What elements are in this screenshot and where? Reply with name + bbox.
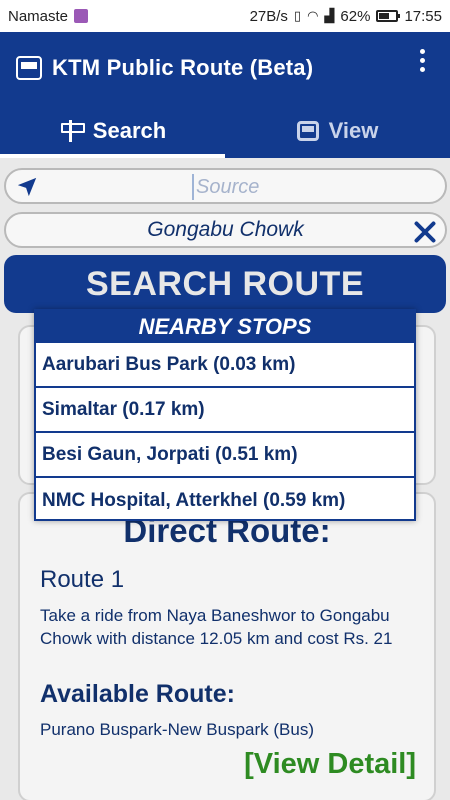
notification-app-icon [74,9,89,23]
tab-bar: Search View [0,104,450,158]
carrier-name: Namaste [8,7,69,25]
clock: 17:55 [404,7,442,25]
nearby-stop-item[interactable]: Simaltar (0.17 km) [36,388,414,433]
overflow-menu-button[interactable] [412,40,432,80]
signal-icon: ▟ [324,8,335,23]
nearby-stop-item[interactable]: Aarubari Bus Park (0.03 km) [36,343,414,388]
battery-percent: 62% [340,7,371,25]
route-description: Take a ride from Naya Baneshwor to Gonga… [40,606,393,648]
overflow-dot [419,48,425,54]
overflow-dot [419,66,425,72]
signpost-icon [59,120,85,142]
tab-view[interactable]: View [225,104,450,158]
destination-value[interactable]: Gongabu Chowk [147,218,303,242]
view-detail-link[interactable]: [View Detail] [244,748,416,781]
source-field[interactable] [4,168,447,204]
destination-field[interactable]: Gongabu Chowk [4,212,447,248]
vibrate-icon: ▯ [293,8,302,23]
tab-search[interactable]: Search [0,104,225,158]
bus-logo-icon [16,56,42,80]
nearby-stop-item[interactable]: NMC Hospital, Atterkhel (0.59 km) [36,478,414,523]
app-bar: KTM Public Route (Beta) Search View [0,32,450,158]
network-speed: 27B/s [249,7,288,25]
nearby-stop-item[interactable]: Besi Gaun, Jorpati (0.51 km) [36,433,414,478]
battery-icon [376,10,401,22]
tab-search-label: Search [92,118,167,143]
result-card: Direct Route: Route 1 Take a ride from N… [18,492,436,800]
nearby-stops-popup: NEARBY STOPS Aarubari Bus Park (0.03 km)… [34,309,416,521]
navigation-arrow-icon[interactable] [16,176,38,198]
popup-title: NEARBY STOPS [36,311,414,343]
app-title: KTM Public Route (Beta) [52,55,314,80]
tab-view-label: View [328,118,379,143]
available-route-value: Purano Buspark-New Buspark (Bus) [40,720,315,739]
overflow-dot [419,57,425,63]
source-input[interactable] [192,174,392,200]
bus-icon [296,121,319,141]
status-bar: Namaste 27B/s ▯ ◠ ▟ 62% 17:55 [0,0,450,32]
available-route-heading: Available Route: [40,680,235,708]
wifi-icon: ◠ [307,8,319,23]
close-icon[interactable] [413,220,437,244]
nearby-stops-list: Aarubari Bus Park (0.03 km) Simaltar (0.… [36,343,414,523]
search-route-button[interactable]: SEARCH ROUTE [4,255,446,313]
route-name: Route 1 [40,566,125,593]
